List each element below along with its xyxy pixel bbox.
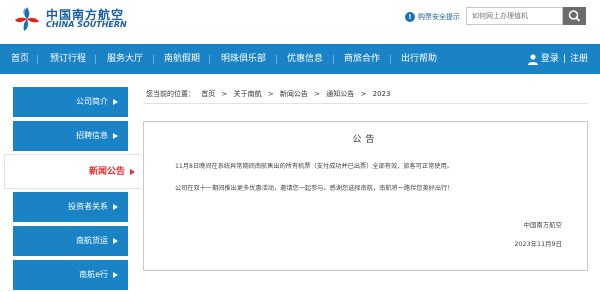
sidebar-item-label: 新闻公告 <box>88 167 125 177</box>
breadcrumb-home[interactable]: 首页 <box>201 90 215 98</box>
breadcrumb-separator: > <box>221 90 228 98</box>
breadcrumb: 您当前的位置： 首页 > 关于南航 > 新闻公告 > 通知公告 > 2023 <box>146 89 394 99</box>
nav-holidays[interactable]: 南航假期 <box>164 44 200 74</box>
nav-home[interactable]: 首页 <box>11 44 29 74</box>
arrow-right-icon <box>113 204 118 210</box>
notice-paragraph: 11月8日晚间在系统异常期间南航售出的所有机票（支付成功并已出票）全部有效，旅客… <box>175 163 453 170</box>
nav-divider <box>95 55 96 64</box>
header: 中国南方航空 CHINA SOUTHERN ! 购票安全提示 <box>0 0 600 44</box>
arrow-right-icon <box>113 238 118 244</box>
search-icon <box>568 10 581 22</box>
breadcrumb-year: 2023 <box>372 90 391 98</box>
notice-title: 公告 <box>352 135 379 145</box>
sidebar-item-label: 招聘信息 <box>76 131 108 140</box>
register-link[interactable]: 注册 <box>570 44 588 74</box>
info-icon: ! <box>405 12 415 22</box>
sidebar-item-e-travel[interactable]: 南航e行 <box>13 260 128 290</box>
logo-english-name: CHINA SOUTHERN <box>46 20 127 29</box>
sidebar-item-cargo[interactable]: 南航货运 <box>13 226 128 256</box>
breadcrumb-about[interactable]: 关于南航 <box>234 90 262 98</box>
sidebar-item-news[interactable]: 新闻公告 <box>4 154 141 189</box>
sidebar-item-label: 公司简介 <box>76 97 108 106</box>
nav-business-cooperation[interactable]: 商旅合作 <box>344 44 380 74</box>
sidebar-item-recruitment[interactable]: 招聘信息 <box>13 121 128 151</box>
notice-signature: 中国南方航空 <box>523 221 562 229</box>
search-button[interactable] <box>563 7 586 25</box>
nav-divider <box>333 55 334 64</box>
breadcrumb-notices[interactable]: 通知公告 <box>326 90 354 98</box>
sidebar-item-label: 南航e行 <box>79 270 108 279</box>
breadcrumb-prefix: 您当前的位置： <box>146 90 195 98</box>
sidebar-item-company-profile[interactable]: 公司简介 <box>13 87 128 117</box>
arrow-right-icon <box>130 169 135 175</box>
kapok-logo-icon <box>15 7 39 31</box>
user-icon <box>527 53 538 65</box>
notice-panel: 公告 11月8日晚间在系统异常期间南航售出的所有机票（支付成功并已出票）全部有效… <box>143 121 588 271</box>
nav-divider <box>276 55 277 64</box>
breadcrumb-news[interactable]: 新闻公告 <box>280 90 308 98</box>
breadcrumb-separator: > <box>267 90 274 98</box>
arrow-right-icon <box>113 272 118 278</box>
arrow-right-icon <box>113 99 118 105</box>
nav-travel-help[interactable]: 出行帮助 <box>401 44 437 74</box>
sidebar-item-label: 投资者关系 <box>68 202 108 211</box>
breadcrumb-separator: > <box>314 90 321 98</box>
search-input[interactable] <box>466 7 563 25</box>
logo[interactable]: 中国南方航空 CHINA SOUTHERN <box>12 4 142 34</box>
breadcrumb-separator: > <box>360 90 367 98</box>
nav-pearl-club[interactable]: 明珠俱乐部 <box>221 44 266 74</box>
arrow-right-icon <box>113 133 118 139</box>
nav-booking[interactable]: 预订行程 <box>50 44 86 74</box>
safety-tip-link[interactable]: ! 购票安全提示 <box>405 10 460 24</box>
nav-divider <box>390 55 391 64</box>
main-nav: 首页 预订行程 服务大厅 南航假期 明珠俱乐部 优惠信息 商旅合作 出行帮助 登… <box>0 44 600 74</box>
login-separator: | <box>562 54 566 64</box>
nav-divider <box>209 55 210 64</box>
login-link[interactable]: 登录 <box>541 44 559 74</box>
notice-date: 2023年11月9日 <box>514 240 562 248</box>
breadcrumb-divider <box>143 103 588 104</box>
login-area: 登录 | 注册 <box>527 44 588 74</box>
notice-paragraph: 公司在双十一期间推出更多优惠活动，邀请您一起参与。感谢您选择南航，南航将一路伴您… <box>175 185 454 192</box>
search-box <box>466 7 586 25</box>
nav-service-hall[interactable]: 服务大厅 <box>107 44 143 74</box>
safety-tip-label: 购票安全提示 <box>418 13 460 21</box>
sidebar-item-label: 南航货运 <box>76 236 108 245</box>
nav-divider <box>37 55 38 64</box>
sidebar-item-investor-relations[interactable]: 投资者关系 <box>13 192 128 222</box>
nav-divider <box>153 55 154 64</box>
nav-promotions[interactable]: 优惠信息 <box>287 44 323 74</box>
